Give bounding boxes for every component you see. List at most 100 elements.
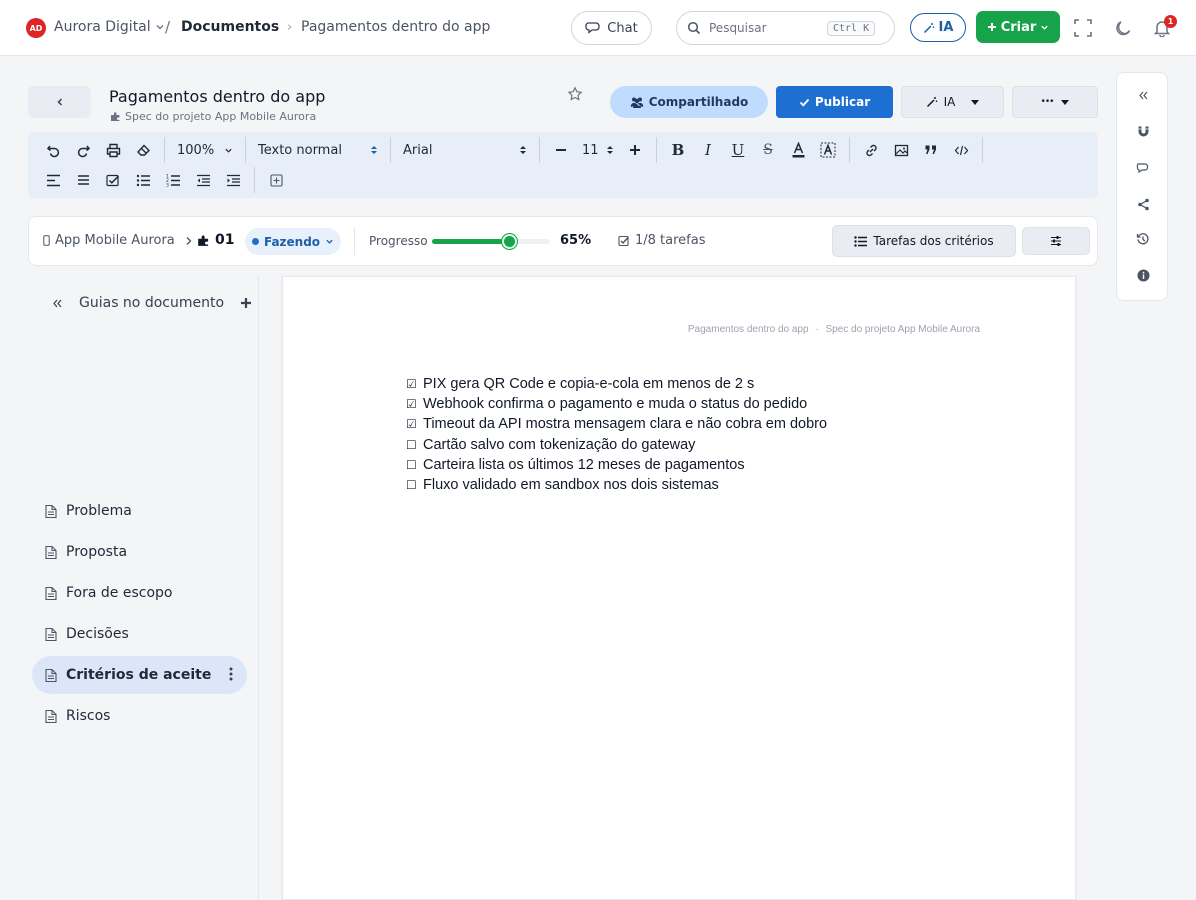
document-icon xyxy=(45,504,57,518)
guide-item[interactable]: Problema xyxy=(32,492,247,530)
guide-item[interactable]: Riscos xyxy=(32,697,247,735)
toolbar-divider xyxy=(656,137,657,163)
project-link[interactable]: App Mobile Aurora xyxy=(43,233,193,248)
expand-panel-button[interactable] xyxy=(1134,86,1152,104)
checklist-button[interactable] xyxy=(98,167,128,193)
highlight-color-button[interactable] xyxy=(813,137,843,163)
document-icon xyxy=(45,627,57,641)
guide-item[interactable]: Critérios de aceite xyxy=(32,656,247,694)
more-options-dropdown[interactable]: ••• xyxy=(1012,86,1098,118)
spec-number[interactable]: 01 xyxy=(197,232,234,248)
info-icon xyxy=(1137,269,1149,281)
document-ia-dropdown[interactable]: IA xyxy=(901,86,1004,118)
guide-item-label: Fora de escopo xyxy=(66,585,173,601)
publish-button[interactable]: Publicar xyxy=(776,86,893,118)
collapse-left-icon[interactable] xyxy=(52,298,63,309)
dark-mode-toggle[interactable] xyxy=(1111,16,1135,40)
document-project-link[interactable]: Spec do projeto App Mobile Aurora xyxy=(110,110,316,123)
create-button[interactable]: Criar xyxy=(976,11,1060,43)
outdent-button[interactable] xyxy=(188,167,218,193)
workspace-switcher[interactable]: Aurora Digital xyxy=(54,19,165,35)
checkbox-checked-icon[interactable]: ☑ xyxy=(406,394,418,414)
history-button[interactable] xyxy=(1134,230,1152,248)
print-button[interactable] xyxy=(98,137,128,163)
search-icon xyxy=(687,21,701,35)
breadcrumb-current-page: Pagamentos dentro do app xyxy=(301,19,491,35)
font-size-select[interactable]: 11 xyxy=(576,137,620,163)
checklist-item: ☑ Webhook confirma o pagamento e muda o s… xyxy=(406,394,827,414)
code-button[interactable] xyxy=(946,137,976,163)
chevron-down-icon xyxy=(326,239,333,244)
search-box[interactable]: Ctrl K xyxy=(676,11,895,45)
redo-button[interactable] xyxy=(68,137,98,163)
checkbox-empty-icon[interactable]: ☐ xyxy=(406,455,418,475)
text-color-button[interactable] xyxy=(783,137,813,163)
add-guide-icon[interactable] xyxy=(240,297,252,309)
chat-button[interactable]: Chat xyxy=(571,11,652,45)
breadcrumb-arrow: › xyxy=(287,20,293,35)
strikethrough-icon: S xyxy=(763,142,773,158)
numbered-list-icon: 123 xyxy=(166,174,180,187)
back-button[interactable] xyxy=(28,86,91,118)
insert-table-button[interactable] xyxy=(261,167,291,193)
progress-handle[interactable] xyxy=(501,234,517,249)
checkbox-empty-icon[interactable]: ☐ xyxy=(406,475,418,495)
search-input[interactable] xyxy=(709,21,819,35)
insert-image-button[interactable] xyxy=(886,137,916,163)
underline-button[interactable]: U xyxy=(723,137,753,163)
editor-toolbar: 100% Texto normal Arial 11 B I U S 1 2 3 xyxy=(28,132,1098,198)
table-plus-icon xyxy=(269,173,283,187)
align-left-button[interactable] xyxy=(38,167,68,193)
checklist-item: ☐ Fluxo validado em sandbox nos dois sist… xyxy=(406,475,827,495)
guide-item[interactable]: Fora de escopo xyxy=(32,574,247,612)
insert-link-button[interactable] xyxy=(856,137,886,163)
strikethrough-button[interactable]: S xyxy=(753,137,783,163)
bold-button[interactable]: B xyxy=(663,137,693,163)
checkbox-checked-icon[interactable]: ☑ xyxy=(406,414,418,434)
document-page[interactable]: Pagamentos dentro do app · Spec do proje… xyxy=(282,276,1076,900)
status-dropdown[interactable]: Fazendo xyxy=(245,228,341,255)
clear-format-button[interactable] xyxy=(128,137,158,163)
share-icon xyxy=(1137,198,1149,210)
guide-item[interactable]: Decisões xyxy=(32,615,247,653)
checkbox-empty-icon[interactable]: ☐ xyxy=(406,435,418,455)
progress-fill xyxy=(432,239,509,244)
increase-font-button[interactable] xyxy=(620,137,650,163)
highlight-icon xyxy=(820,142,836,158)
info-button[interactable] xyxy=(1134,266,1152,284)
guide-item[interactable]: Proposta xyxy=(32,533,247,571)
guide-item-label: Critérios de aceite xyxy=(66,667,212,683)
workspace-logo[interactable]: AD xyxy=(26,18,46,38)
progress-slider[interactable] xyxy=(432,234,550,249)
indent-button[interactable] xyxy=(218,167,248,193)
caret-down-icon xyxy=(1061,99,1070,105)
paragraph-style-select[interactable]: Texto normal xyxy=(252,137,384,163)
outdent-icon xyxy=(196,174,210,186)
checklist-item-text: PIX gera QR Code e copia-e-cola em menos… xyxy=(423,376,755,392)
kebab-menu-icon[interactable] xyxy=(229,667,233,681)
ia-assistant-button[interactable]: IA xyxy=(910,13,966,42)
share-button[interactable] xyxy=(1134,195,1152,213)
favorite-button[interactable] xyxy=(567,86,583,102)
magnet-button[interactable] xyxy=(1134,122,1152,140)
font-family-select[interactable]: Arial xyxy=(397,137,533,163)
criteria-tasks-button[interactable]: Tarefas dos critérios xyxy=(832,225,1016,257)
bullet-list-button[interactable] xyxy=(128,167,158,193)
document-title[interactable]: Pagamentos dentro do app xyxy=(109,87,325,106)
checklist-item: ☑ PIX gera QR Code e copia-e-cola em meno… xyxy=(406,374,827,394)
justify-button[interactable] xyxy=(68,167,98,193)
breadcrumb-documents[interactable]: Documentos xyxy=(181,19,279,35)
list-icon xyxy=(854,235,868,247)
shared-button[interactable]: Compartilhado xyxy=(610,86,768,118)
checkbox-checked-icon[interactable]: ☑ xyxy=(406,374,418,394)
decrease-font-button[interactable] xyxy=(546,137,576,163)
comments-button[interactable] xyxy=(1134,159,1152,177)
checklist-item: ☑ Timeout da API mostra mensagem clara e … xyxy=(406,414,827,434)
italic-button[interactable]: I xyxy=(693,137,723,163)
numbered-list-button[interactable]: 123 xyxy=(158,167,188,193)
undo-button[interactable] xyxy=(38,137,68,163)
settings-sliders-button[interactable] xyxy=(1022,227,1090,255)
quote-button[interactable] xyxy=(916,137,946,163)
zoom-select[interactable]: 100% xyxy=(171,137,239,163)
fullscreen-button[interactable] xyxy=(1071,16,1095,40)
